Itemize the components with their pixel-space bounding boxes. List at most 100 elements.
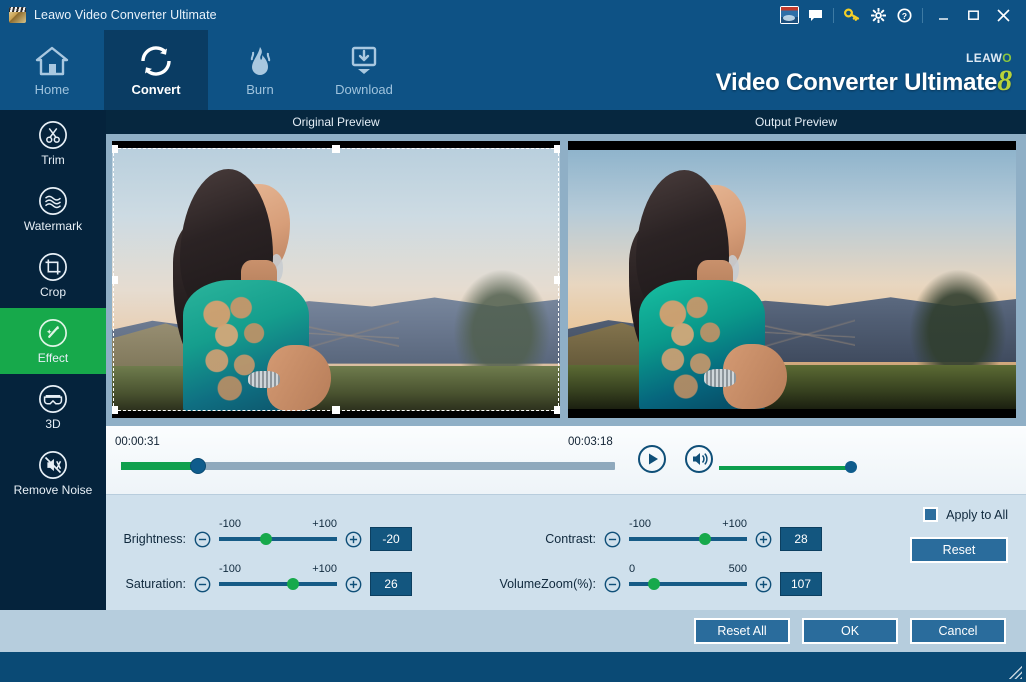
brightness-min-label: -100 bbox=[219, 518, 242, 530]
seek-handle[interactable] bbox=[189, 458, 206, 474]
glasses-3d-icon bbox=[39, 384, 67, 413]
saturation-plus-circle-icon[interactable] bbox=[345, 576, 362, 593]
saturation-handle[interactable] bbox=[287, 578, 300, 590]
nav-tab-label: Burn bbox=[246, 81, 274, 97]
contrast-slider[interactable]: -100 +100 bbox=[629, 518, 747, 547]
title-bar-right: ? bbox=[776, 2, 1026, 28]
saturation-range-labels: -100 +100 bbox=[219, 563, 337, 575]
volumezoom-range-labels: 0 500 bbox=[629, 563, 747, 575]
preview-area bbox=[106, 134, 1026, 426]
register-key-icon[interactable] bbox=[839, 2, 865, 28]
close-button[interactable] bbox=[988, 2, 1018, 28]
brightness-value[interactable]: -20 bbox=[370, 527, 412, 551]
saturation-slider[interactable]: -100 +100 bbox=[219, 563, 337, 592]
sidebar-item-label: 3D bbox=[45, 416, 61, 431]
nav-tab-home[interactable]: Home bbox=[0, 30, 104, 110]
volumezoom-slider[interactable]: 0 500 bbox=[629, 563, 747, 592]
reset-all-button[interactable]: Reset All bbox=[694, 618, 790, 644]
svg-text:?: ? bbox=[901, 10, 906, 20]
sidebar-item-label: Effect bbox=[37, 350, 69, 365]
volume-button[interactable] bbox=[684, 444, 714, 474]
output-preview-video[interactable] bbox=[568, 141, 1016, 418]
volumezoom-min-label: 0 bbox=[629, 563, 636, 575]
volumezoom-label: VolumeZoom(%): bbox=[499, 577, 596, 591]
volumezoom-value[interactable]: 107 bbox=[780, 572, 822, 596]
contrast-plus-circle-icon[interactable] bbox=[755, 531, 772, 548]
contrast-min-label: -100 bbox=[629, 518, 652, 530]
footer-bar: Reset All OK Cancel bbox=[0, 610, 1026, 652]
resize-grip-icon[interactable] bbox=[1006, 663, 1022, 679]
divider bbox=[922, 7, 923, 23]
brightness-max-label: +100 bbox=[312, 518, 337, 530]
saturation-minus-circle-icon[interactable] bbox=[194, 576, 211, 593]
contrast-minus-circle-icon[interactable] bbox=[604, 531, 621, 548]
volumezoom-minus-circle-icon[interactable] bbox=[604, 576, 621, 593]
reset-button[interactable]: Reset bbox=[910, 537, 1008, 563]
magic-wand-icon bbox=[39, 318, 67, 347]
original-preview-video[interactable] bbox=[112, 141, 560, 418]
title-bar-left: Leawo Video Converter Ultimate bbox=[0, 7, 217, 23]
sidebar-item-remove-noise[interactable]: Remove Noise bbox=[0, 440, 106, 506]
main-panel: Original Preview Output Preview 00:00:31… bbox=[106, 110, 1026, 610]
brightness-label: Brightness: bbox=[123, 532, 186, 546]
saturation-value[interactable]: 26 bbox=[370, 572, 412, 596]
apply-to-all-label: Apply to All bbox=[946, 507, 1008, 522]
contrast-value[interactable]: 28 bbox=[780, 527, 822, 551]
brightness-plus-circle-icon[interactable] bbox=[345, 531, 362, 548]
maximize-button[interactable] bbox=[958, 2, 988, 28]
feedback-chat-icon[interactable] bbox=[802, 2, 828, 28]
contrast-max-label: +100 bbox=[722, 518, 747, 530]
brightness-minus-circle-icon[interactable] bbox=[194, 531, 211, 548]
apply-to-all-checkbox[interactable] bbox=[923, 507, 939, 522]
help-question-icon[interactable]: ? bbox=[891, 2, 917, 28]
preview-headers: Original Preview Output Preview bbox=[106, 110, 1026, 134]
sidebar-item-effect[interactable]: Effect bbox=[0, 308, 106, 374]
cancel-button[interactable]: Cancel bbox=[910, 618, 1006, 644]
nav-tab-download[interactable]: Download bbox=[312, 30, 416, 110]
volume-slider[interactable] bbox=[719, 466, 847, 470]
contrast-handle[interactable] bbox=[698, 533, 711, 545]
sidebar-item-label: Remove Noise bbox=[13, 482, 93, 497]
volumezoom-handle[interactable] bbox=[647, 578, 660, 590]
nav-tab-burn[interactable]: Burn bbox=[208, 30, 312, 110]
brightness-range-labels: -100 +100 bbox=[219, 518, 337, 530]
original-preview-label: Original Preview bbox=[292, 115, 380, 129]
sidebar-item-3d[interactable]: 3D bbox=[0, 374, 106, 440]
minimize-button[interactable] bbox=[928, 2, 958, 28]
current-time-label: 00:00:31 bbox=[115, 436, 160, 448]
settings-gear-icon[interactable] bbox=[865, 2, 891, 28]
waves-icon bbox=[39, 186, 67, 215]
window-title: Leawo Video Converter Ultimate bbox=[34, 8, 217, 22]
seek-slider[interactable] bbox=[121, 458, 615, 474]
noise-off-icon bbox=[39, 450, 67, 479]
nav-tab-label: Convert bbox=[131, 81, 181, 97]
brightness-row: Brightness: -100 +100 -20 bbox=[114, 518, 412, 551]
nav-bar: Home Convert Burn Download LEAWO Video C… bbox=[0, 30, 1026, 110]
sidebar-item-crop[interactable]: Crop bbox=[0, 242, 106, 308]
divider bbox=[833, 7, 834, 23]
ok-button[interactable]: OK bbox=[802, 618, 898, 644]
supports-thumbnail-icon[interactable] bbox=[776, 2, 802, 28]
nav-tab-convert[interactable]: Convert bbox=[104, 30, 208, 110]
sidebar-item-trim[interactable]: Trim bbox=[0, 110, 106, 176]
seek-fill bbox=[121, 462, 198, 470]
contrast-range-labels: -100 +100 bbox=[629, 518, 747, 530]
adjustment-panel: Brightness: -100 +100 -20 Saturation: -1… bbox=[106, 494, 1026, 610]
sidebar: Trim Watermark Crop Effect 3D Remove Noi… bbox=[0, 110, 106, 610]
app-window: Leawo Video Converter Ultimate ? Home Co… bbox=[0, 0, 1026, 682]
clapperboard-icon bbox=[9, 7, 26, 23]
brightness-handle[interactable] bbox=[260, 533, 273, 545]
apply-to-all-row[interactable]: Apply to All bbox=[923, 507, 1008, 522]
nav-tab-label: Home bbox=[34, 81, 70, 97]
title-bar: Leawo Video Converter Ultimate ? bbox=[0, 0, 1026, 30]
brand-product-name: Video Converter Ultimate8 bbox=[715, 64, 1013, 97]
play-button[interactable] bbox=[637, 444, 667, 474]
total-time-label: 00:03:18 bbox=[568, 436, 613, 448]
volumezoom-plus-circle-icon[interactable] bbox=[755, 576, 772, 593]
sidebar-item-watermark[interactable]: Watermark bbox=[0, 176, 106, 242]
contrast-row: Contrast: -100 +100 28 bbox=[496, 518, 822, 551]
volumezoom-max-label: 500 bbox=[728, 563, 747, 575]
volume-handle[interactable] bbox=[845, 461, 857, 473]
scissors-icon bbox=[39, 120, 67, 149]
brightness-slider[interactable]: -100 +100 bbox=[219, 518, 337, 547]
